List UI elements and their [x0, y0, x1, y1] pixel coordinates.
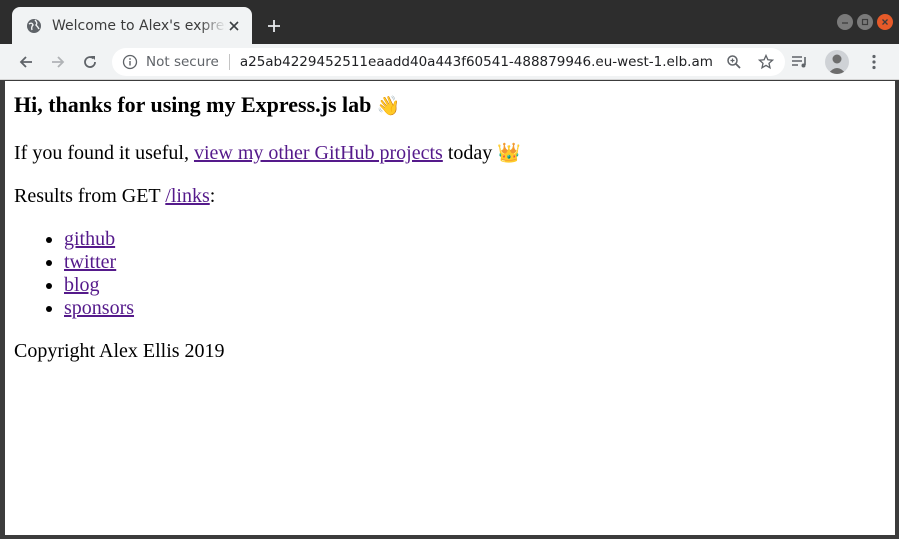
window-controls	[837, 14, 893, 30]
intro-suffix: today	[442, 142, 498, 164]
reload-icon	[84, 56, 96, 68]
page-heading: Hi, thanks for using my Express.js lab 👋	[14, 89, 886, 122]
browser-tab[interactable]: Welcome to Alex's express	[12, 7, 252, 44]
minimize-button[interactable]	[837, 14, 853, 30]
page-viewport: Hi, thanks for using my Express.js lab 👋…	[5, 81, 895, 535]
results-prefix: Results from GET	[14, 185, 166, 207]
sponsors-link[interactable]: sponsors	[64, 297, 134, 319]
star-icon[interactable]	[755, 51, 777, 73]
reload-button[interactable]	[77, 49, 103, 75]
copyright-text: Copyright Alex Ellis 2019	[14, 340, 225, 362]
crown-emoji: 👑	[497, 142, 521, 164]
intro-paragraph: If you found it useful, view my other Gi…	[14, 142, 886, 165]
new-tab-button[interactable]	[263, 15, 285, 37]
title-bar: Welcome to Alex's express	[0, 0, 899, 44]
maximize-button[interactable]	[857, 14, 873, 30]
close-window-button[interactable]	[877, 14, 893, 30]
globe-icon	[26, 18, 42, 34]
arrow-left-icon	[19, 56, 32, 68]
menu-dots-icon[interactable]	[861, 49, 887, 75]
github-projects-link[interactable]: view my other GitHub projects	[194, 142, 443, 164]
back-button[interactable]	[13, 49, 39, 75]
waving-hand-emoji: 👋	[376, 95, 401, 117]
list-item: blog	[64, 274, 886, 297]
info-icon[interactable]	[122, 54, 138, 70]
heading-text: Hi, thanks for using my Express.js lab	[14, 92, 372, 117]
links-endpoint-link[interactable]: /links	[165, 185, 209, 207]
url-text[interactable]: a25ab4229452511eaadd40a443f60541-4888799…	[240, 54, 713, 70]
list-item: github	[64, 228, 886, 251]
arrow-right-icon	[52, 56, 65, 68]
browser-toolbar: Not secure a25ab4229452511eaadd40a443f60…	[0, 44, 899, 80]
profile-avatar[interactable]	[825, 50, 849, 74]
address-bar[interactable]: Not secure a25ab4229452511eaadd40a443f60…	[112, 48, 785, 76]
results-paragraph: Results from GET /links:	[14, 185, 886, 208]
intro-prefix: If you found it useful,	[14, 142, 194, 164]
twitter-link[interactable]: twitter	[64, 251, 116, 273]
list-item: sponsors	[64, 297, 886, 320]
zoom-icon[interactable]	[723, 51, 745, 73]
page-body: Hi, thanks for using my Express.js lab 👋…	[5, 81, 895, 371]
links-list: github twitter blog sponsors	[14, 228, 886, 320]
security-label[interactable]: Not secure	[146, 54, 219, 70]
blog-link[interactable]: blog	[64, 274, 100, 296]
media-control-icon[interactable]	[787, 49, 813, 75]
close-tab-icon[interactable]	[226, 18, 242, 34]
address-divider	[228, 54, 230, 70]
results-suffix: :	[209, 185, 216, 207]
list-item: twitter	[64, 251, 886, 274]
tab-title: Welcome to Alex's express	[52, 17, 226, 34]
github-link[interactable]: github	[64, 228, 115, 250]
plus-icon	[268, 20, 280, 32]
forward-button[interactable]	[45, 49, 71, 75]
